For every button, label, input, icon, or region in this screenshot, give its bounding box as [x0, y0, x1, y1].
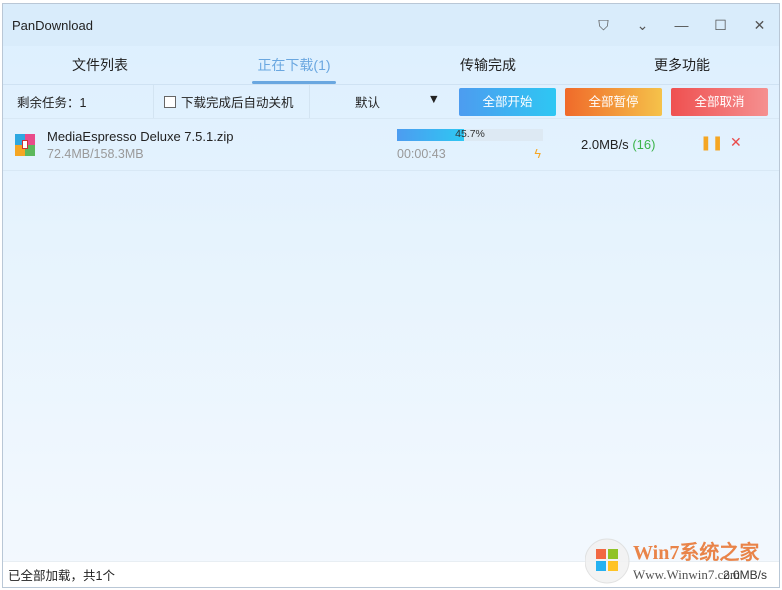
close-button[interactable]: ✕ — [740, 17, 779, 34]
zip-file-icon — [15, 133, 35, 156]
tab-bar: 文件列表 正在下载(1) 传输完成 更多功能 — [3, 46, 779, 84]
sort-value: 默认 — [355, 96, 381, 110]
svg-text:Win7系统之家: Win7系统之家 — [633, 540, 760, 564]
connection-count: (16) — [632, 137, 656, 152]
title-bar: PanDownload ⛉ ⌄ — ☐ ✕ — [3, 4, 779, 46]
speed-value: 2.0MB/s — [581, 137, 629, 152]
cancel-icon[interactable]: ✕ — [730, 134, 742, 151]
app-title: PanDownload — [12, 17, 93, 33]
progress: 45.7% 00:00:43 ϟ — [397, 128, 543, 161]
progress-bar: 45.7% — [397, 128, 543, 141]
download-speed: 2.0MB/s (16) — [581, 137, 655, 152]
checkbox-icon[interactable] — [164, 95, 176, 108]
cancel-all-button[interactable]: 全部取消 — [671, 87, 768, 116]
status-text: 已全部加载，共1个 — [8, 569, 115, 583]
pause-all-button[interactable]: 全部暂停 — [565, 87, 662, 116]
sort-select[interactable]: 默认 ▼ — [310, 92, 450, 111]
maximize-button[interactable]: ☐ — [701, 17, 740, 34]
file-size: 72.4MB/158.3MB — [47, 146, 144, 161]
toolbar: 剩余任务：1 下载完成后自动关机 默认 ▼ 全部开始 全部暂停 全部取消 — [3, 84, 779, 119]
watermark-logo: Win7系统之家 Www.Winwin7.com — [585, 538, 760, 584]
skin-icon[interactable]: ⛉ — [584, 17, 623, 34]
start-all-button[interactable]: 全部开始 — [459, 87, 556, 116]
file-name: MediaEspresso Deluxe 7.5.1.zip — [47, 128, 234, 144]
minimize-button[interactable]: — — [662, 17, 701, 33]
tab-file-list[interactable]: 文件列表 — [3, 46, 197, 84]
auto-shutdown-checkbox[interactable]: 下载完成后自动关机 — [153, 85, 310, 118]
boost-icon: ϟ — [534, 147, 541, 161]
pause-icon[interactable]: ❚❚ — [700, 134, 723, 151]
chevron-down-icon[interactable]: ⌄ — [623, 17, 662, 34]
tab-downloading[interactable]: 正在下载(1) — [197, 46, 391, 84]
tab-more[interactable]: 更多功能 — [585, 46, 779, 84]
remaining-tasks: 剩余任务：1 — [17, 96, 87, 110]
tab-completed[interactable]: 传输完成 — [391, 46, 585, 84]
svg-text:Www.Winwin7.com: Www.Winwin7.com — [633, 567, 740, 582]
auto-shutdown-label: 下载完成后自动关机 — [181, 96, 294, 110]
time-remaining: 00:00:43 — [397, 147, 446, 161]
dropdown-arrow-icon: ▼ — [427, 92, 440, 106]
app-window: PanDownload ⛉ ⌄ — ☐ ✕ 文件列表 正在下载(1) 传输完成 … — [2, 3, 780, 588]
progress-label: 45.7% — [455, 128, 485, 140]
download-row[interactable]: MediaEspresso Deluxe 7.5.1.zip 72.4MB/15… — [3, 119, 779, 171]
